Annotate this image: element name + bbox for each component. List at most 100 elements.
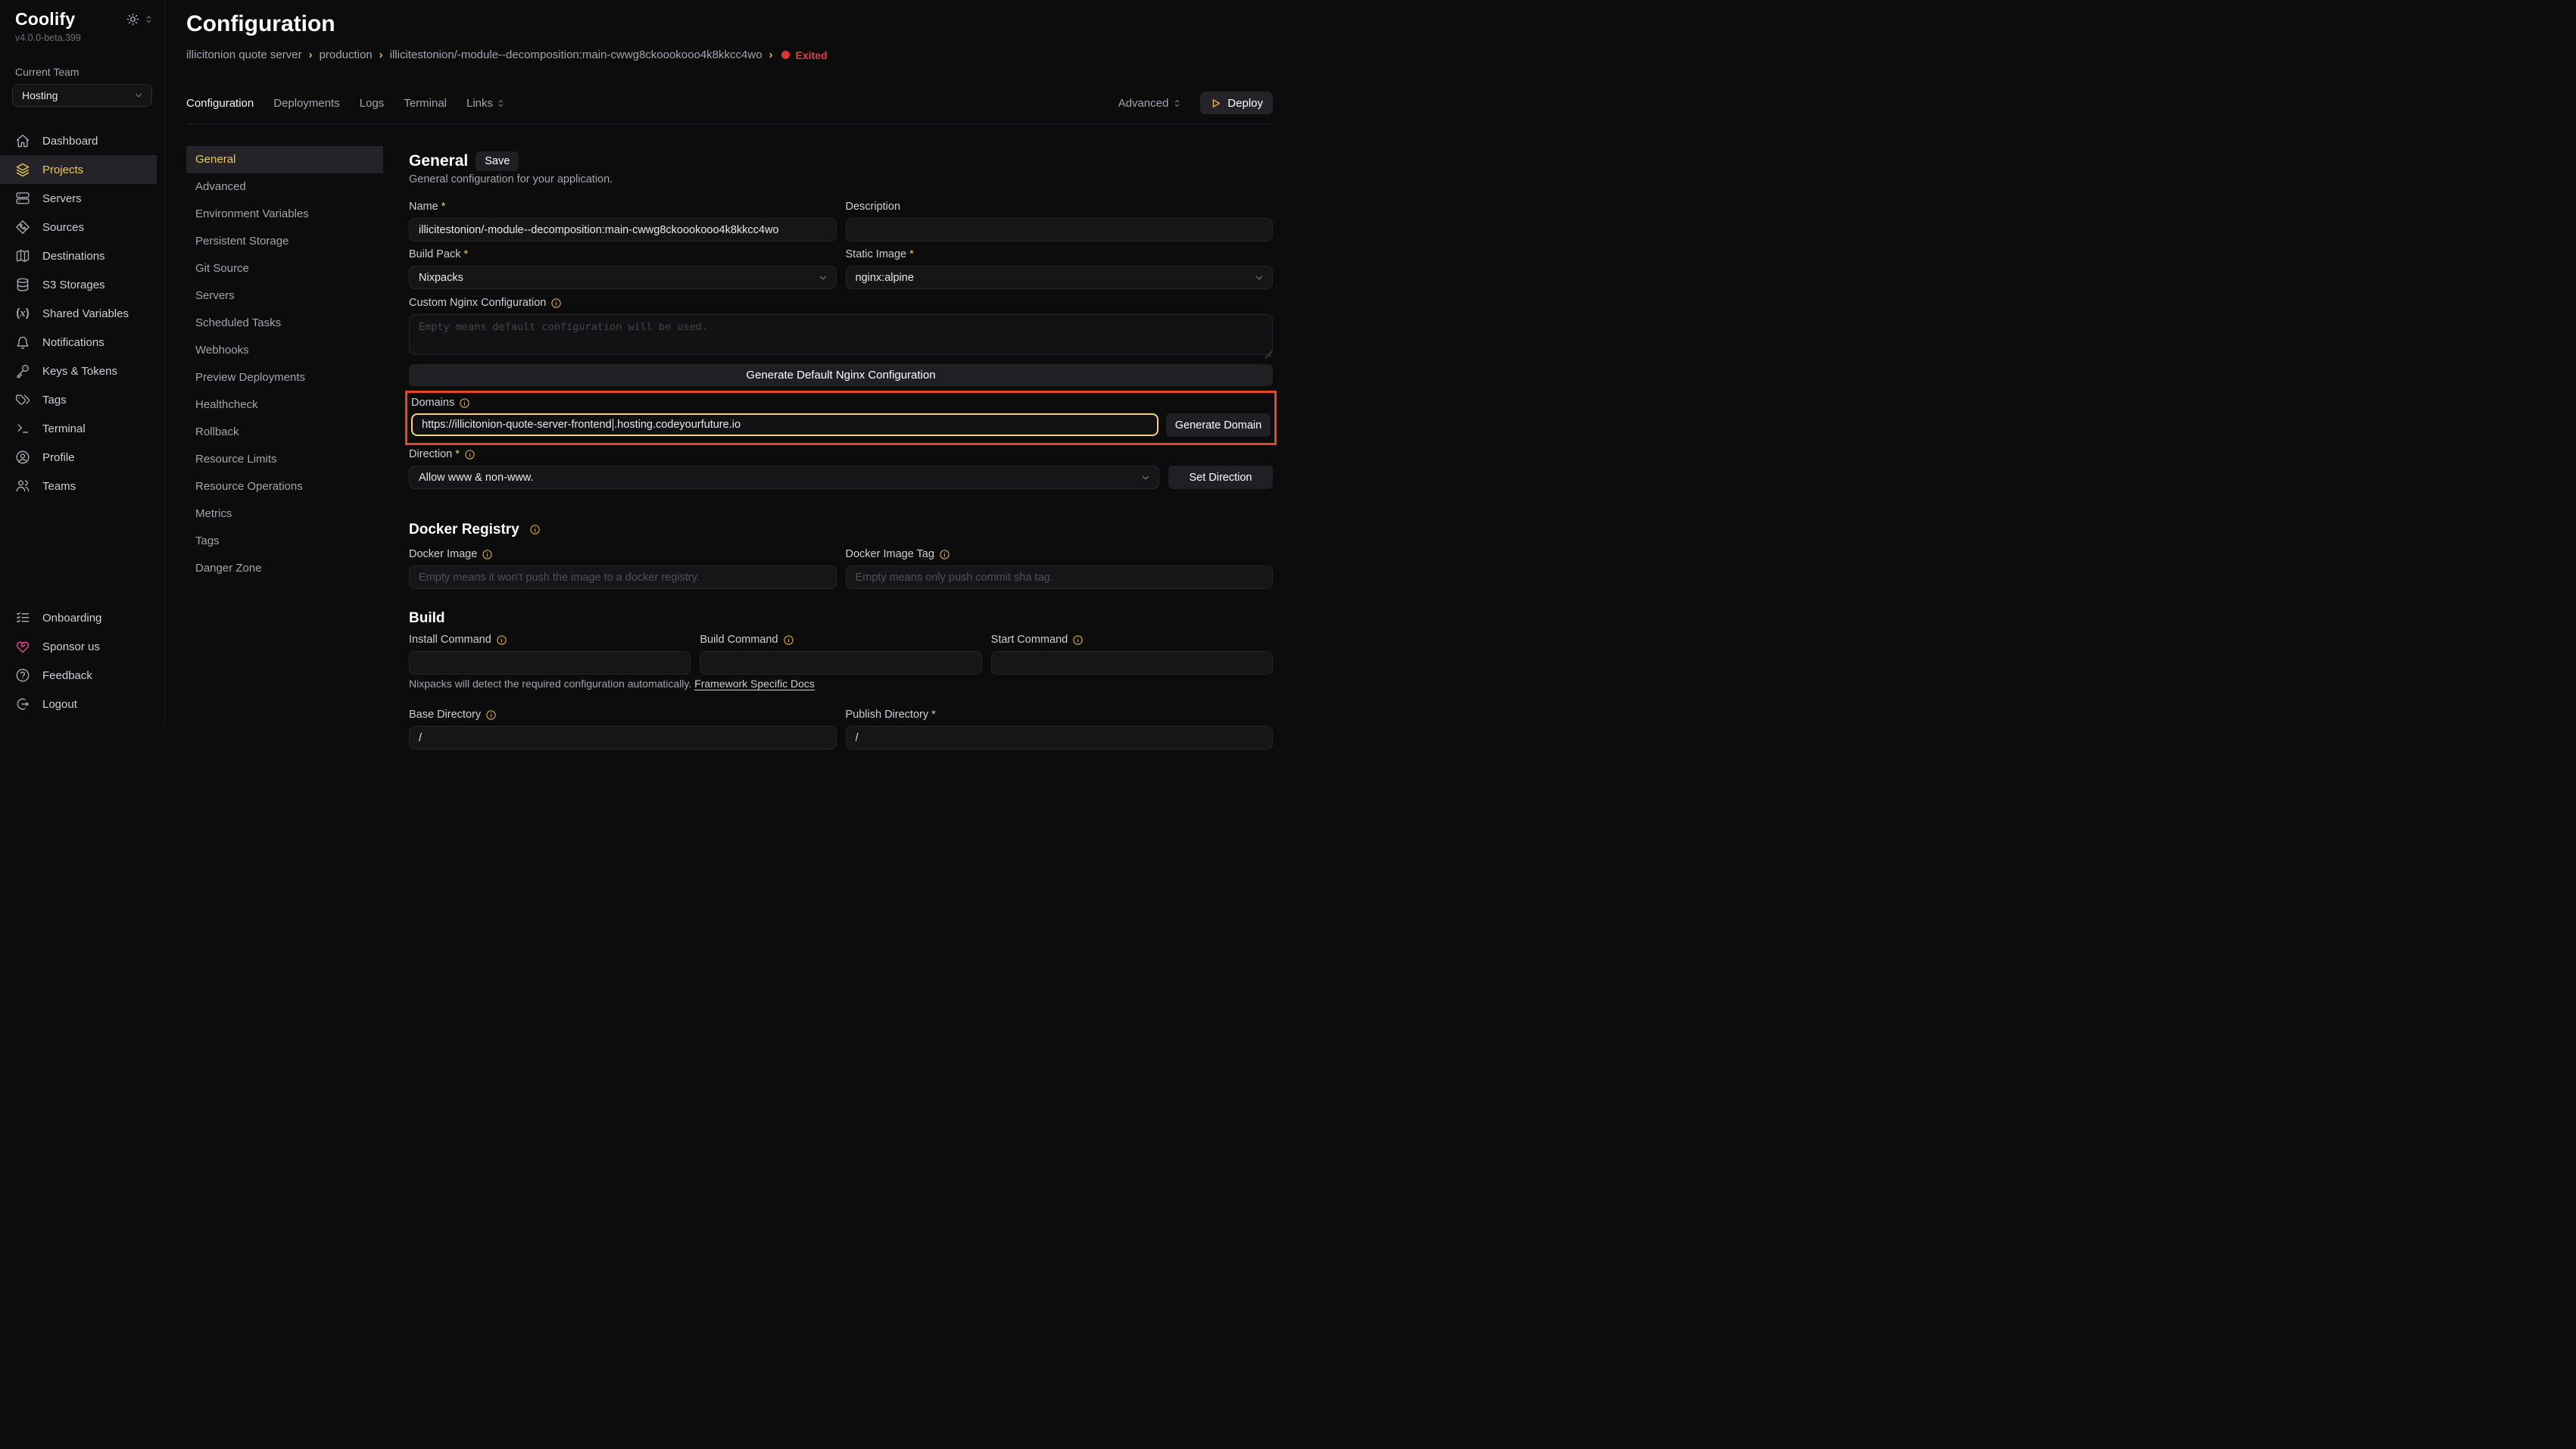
section-nav-item-git-source[interactable]: Git Source bbox=[186, 255, 383, 282]
sidebar-item-destinations[interactable]: Destinations bbox=[0, 242, 164, 270]
breadcrumb-item[interactable]: illicitonion quote server bbox=[186, 48, 302, 61]
sidebar-item-dashboard[interactable]: Dashboard bbox=[0, 126, 164, 155]
sidebar-item-feedback[interactable]: Feedback bbox=[0, 661, 164, 690]
info-icon bbox=[459, 397, 470, 409]
main-content: Configuration illicitonion quote server ›… bbox=[165, 0, 1288, 724]
section-nav-item-healthcheck[interactable]: Healthcheck bbox=[186, 391, 383, 419]
name-label: Name* bbox=[409, 200, 837, 213]
docker-image-label: Docker Image bbox=[409, 547, 837, 561]
team-select[interactable]: Hosting bbox=[12, 84, 152, 107]
theme-sun-icon[interactable] bbox=[126, 13, 139, 26]
sidebar-item-projects[interactable]: Projects bbox=[0, 155, 157, 184]
text-caret bbox=[613, 419, 614, 431]
generate-domain-button[interactable]: Generate Domain bbox=[1166, 413, 1271, 437]
status-badge: Exited bbox=[796, 49, 828, 61]
sidebar-item-label: S3 Storages bbox=[42, 279, 105, 291]
framework-docs-link[interactable]: Framework Specific Docs bbox=[694, 678, 815, 690]
domains-highlight-box: Domains https://illicitonion-quote-serve… bbox=[405, 391, 1277, 445]
docker-image-tag-input[interactable] bbox=[846, 566, 1274, 589]
direction-select[interactable]: Allow www & non-www. bbox=[409, 466, 1159, 489]
section-nav-item-general[interactable]: General bbox=[186, 146, 383, 173]
required-asterisk: * bbox=[455, 447, 460, 461]
sidebar-item-teams[interactable]: Teams bbox=[0, 472, 164, 500]
section-nav-item-advanced[interactable]: Advanced bbox=[186, 173, 383, 201]
sidebar-item-keys-tokens[interactable]: Keys & Tokens bbox=[0, 357, 164, 385]
section-nav-item-resource-limits[interactable]: Resource Limits bbox=[186, 446, 383, 473]
section-nav-item-danger-zone[interactable]: Danger Zone bbox=[186, 555, 383, 582]
domains-input[interactable]: https://illicitonion-quote-server-fronte… bbox=[411, 413, 1159, 436]
section-nav-item-webhooks[interactable]: Webhooks bbox=[186, 337, 383, 364]
build-pack-select[interactable]: Nixpacks bbox=[409, 266, 837, 289]
section-nav-item-preview-deployments[interactable]: Preview Deployments bbox=[186, 364, 383, 391]
sidebar-item-notifications[interactable]: Notifications bbox=[0, 328, 164, 357]
static-image-select[interactable]: nginx:alpine bbox=[846, 266, 1274, 289]
sidebar-item-label: Tags bbox=[42, 394, 67, 407]
sidebar-item-tags[interactable]: Tags bbox=[0, 385, 164, 414]
breadcrumb-item[interactable]: production bbox=[320, 48, 373, 61]
breadcrumb-separator: › bbox=[309, 48, 313, 61]
breadcrumb-item[interactable]: illicitestonion/-module--decomposition:m… bbox=[390, 48, 763, 61]
save-button[interactable]: Save bbox=[476, 151, 519, 171]
sidebar-item-sources[interactable]: Sources bbox=[0, 213, 164, 242]
static-image-value: nginx:alpine bbox=[856, 272, 914, 284]
section-nav-item-scheduled-tasks[interactable]: Scheduled Tasks bbox=[186, 310, 383, 337]
map-icon bbox=[15, 248, 30, 263]
users-icon bbox=[15, 478, 30, 494]
direction-value: Allow www & non-www. bbox=[419, 472, 534, 484]
sidebar-item-servers[interactable]: Servers bbox=[0, 184, 164, 213]
theme-selector-icon[interactable] bbox=[144, 14, 154, 24]
advanced-selector[interactable]: Advanced bbox=[1118, 97, 1183, 110]
nginx-config-textarea[interactable] bbox=[409, 314, 1273, 355]
build-command-label: Build Command bbox=[700, 633, 981, 647]
section-nav-item-persistent-storage[interactable]: Persistent Storage bbox=[186, 228, 383, 255]
tab-configuration[interactable]: Configuration bbox=[186, 97, 254, 110]
breadcrumb: illicitonion quote server›production›ill… bbox=[186, 48, 1273, 61]
sidebar-item-profile[interactable]: Profile bbox=[0, 443, 164, 472]
sidebar: Coolify v4.0.0-beta.399 Current Team Hos… bbox=[0, 0, 165, 724]
section-nav-item-environment-variables[interactable]: Environment Variables bbox=[186, 201, 383, 228]
sidebar-item-logout[interactable]: Logout bbox=[0, 690, 164, 718]
required-asterisk: * bbox=[909, 248, 914, 261]
start-command-input[interactable] bbox=[991, 651, 1273, 675]
publish-directory-label: Publish Directory* bbox=[846, 708, 1274, 721]
info-icon bbox=[939, 549, 950, 560]
install-command-input[interactable] bbox=[409, 651, 691, 675]
current-team-label: Current Team bbox=[0, 43, 164, 78]
key-icon bbox=[15, 363, 30, 379]
publish-directory-input[interactable] bbox=[846, 726, 1274, 749]
terminal-icon bbox=[15, 421, 30, 436]
app-version: v4.0.0-beta.399 bbox=[0, 30, 164, 43]
base-directory-input[interactable] bbox=[409, 726, 837, 749]
tab-deployments[interactable]: Deployments bbox=[273, 97, 340, 110]
set-direction-button[interactable]: Set Direction bbox=[1168, 466, 1273, 489]
section-nav-item-resource-operations[interactable]: Resource Operations bbox=[186, 473, 383, 500]
sidebar-item-onboarding[interactable]: Onboarding bbox=[0, 603, 164, 632]
description-input[interactable] bbox=[846, 218, 1274, 242]
section-nav-item-metrics[interactable]: Metrics bbox=[186, 500, 383, 528]
tags-icon bbox=[15, 392, 30, 407]
name-input[interactable] bbox=[409, 218, 837, 242]
play-icon bbox=[1210, 98, 1221, 109]
tab-logs[interactable]: Logs bbox=[360, 97, 385, 110]
sidebar-item-terminal[interactable]: Terminal bbox=[0, 414, 164, 443]
tab-links[interactable]: Links bbox=[466, 97, 506, 110]
sidebar-item-s3-storages[interactable]: S3 Storages bbox=[0, 270, 164, 299]
heart-icon bbox=[15, 639, 30, 654]
section-subtitle: General configuration for your applicati… bbox=[409, 173, 1273, 185]
generate-nginx-button[interactable]: Generate Default Nginx Configuration bbox=[409, 364, 1273, 386]
tab-terminal[interactable]: Terminal bbox=[404, 97, 447, 110]
docker-image-input[interactable] bbox=[409, 566, 837, 589]
static-image-label: Static Image* bbox=[846, 248, 1274, 261]
direction-label: Direction* bbox=[409, 447, 1273, 461]
deploy-button[interactable]: Deploy bbox=[1200, 92, 1273, 114]
build-command-input[interactable] bbox=[700, 651, 981, 675]
team-select-value: Hosting bbox=[22, 89, 58, 101]
sidebar-item-sponsor-us[interactable]: Sponsor us bbox=[0, 632, 164, 661]
section-nav-item-servers[interactable]: Servers bbox=[186, 282, 383, 310]
help-icon bbox=[15, 668, 30, 683]
section-nav-item-tags[interactable]: Tags bbox=[186, 528, 383, 555]
sidebar-item-shared-variables[interactable]: (x)Shared Variables bbox=[0, 299, 164, 328]
page-title: Configuration bbox=[186, 11, 1273, 38]
section-nav-item-rollback[interactable]: Rollback bbox=[186, 419, 383, 446]
install-command-label: Install Command bbox=[409, 633, 691, 647]
